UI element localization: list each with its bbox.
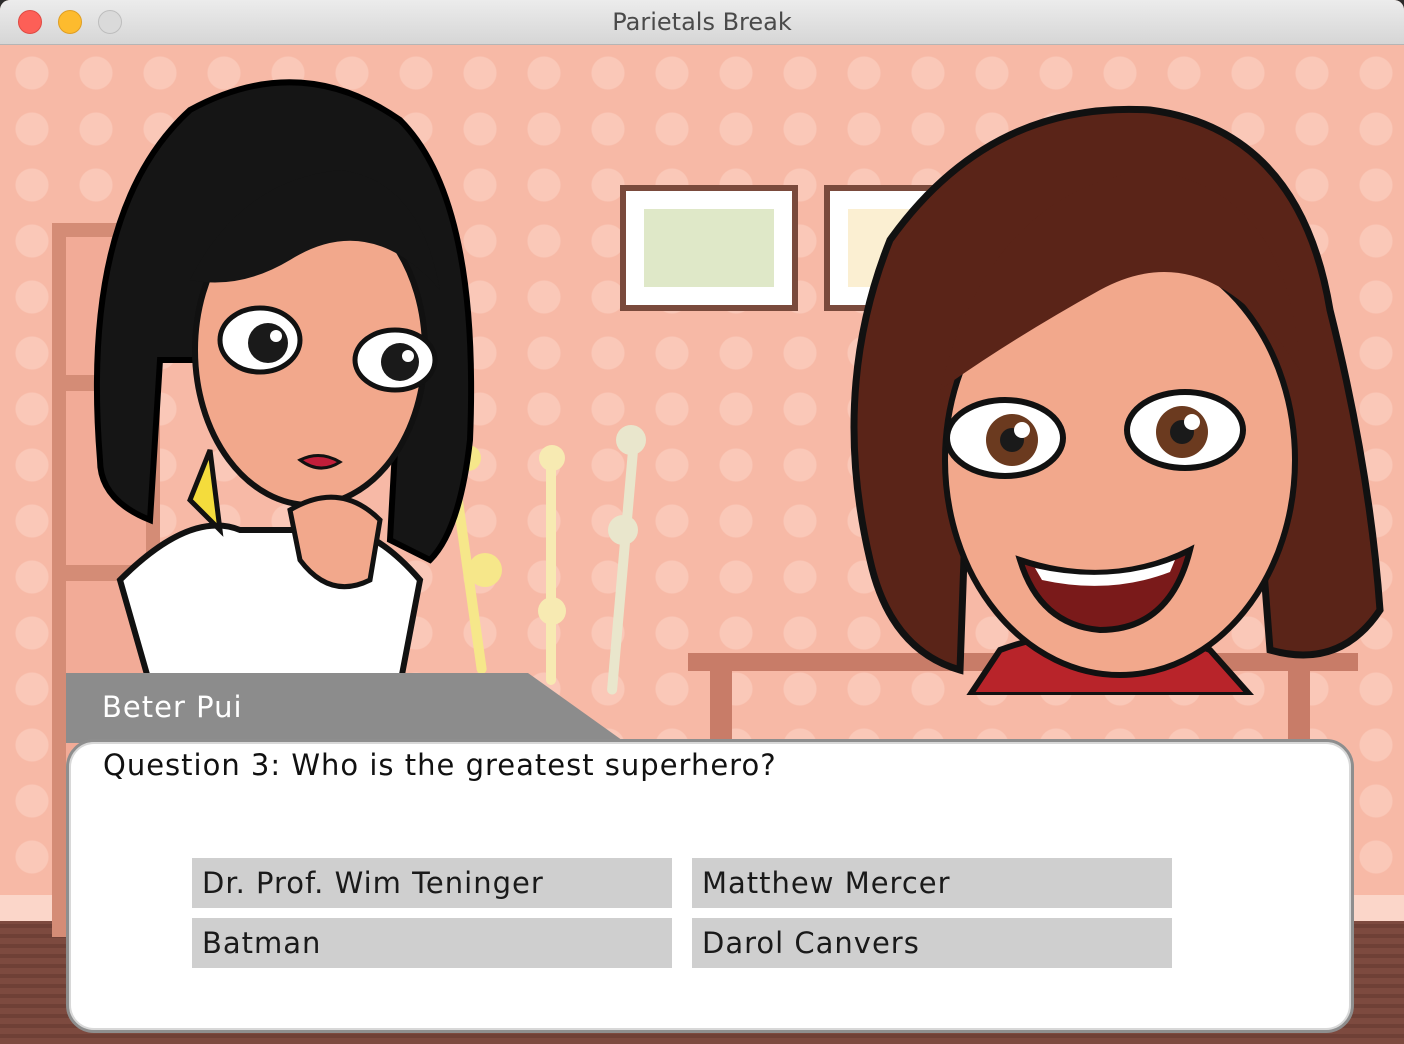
question-text: Question 3: Who is the greatest superher… <box>103 748 777 782</box>
answer-option-3[interactable]: Batman <box>192 918 672 968</box>
answer-option-2[interactable]: Matthew Mercer <box>692 858 1172 908</box>
lamp-bulb <box>539 445 565 471</box>
left-character-portrait <box>93 79 475 685</box>
lamp-bulb <box>608 515 638 545</box>
wall-picture-frame <box>620 185 798 311</box>
title-bar: Parietals Break <box>0 0 1404 45</box>
right-character-portrait <box>850 105 1384 695</box>
game-scene: Beter Pui Question 3: Who is the greates… <box>0 45 1404 1044</box>
speaker-name: Beter Pui <box>102 690 243 724</box>
lamp-stem <box>546 455 556 685</box>
game-window: Parietals Break Beter Pui Question 3: Wh… <box>0 0 1404 1044</box>
lamp-stem <box>606 435 640 695</box>
window-title: Parietals Break <box>612 8 792 36</box>
answer-option-1[interactable]: Dr. Prof. Wim Teninger <box>192 858 672 908</box>
lamp-bulb <box>616 425 646 455</box>
answer-option-4[interactable]: Darol Canvers <box>692 918 1172 968</box>
lamp-bulb <box>538 597 566 625</box>
